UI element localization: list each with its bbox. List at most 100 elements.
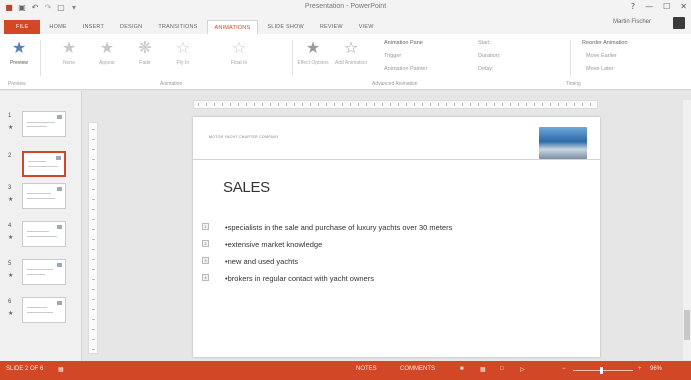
animation-order-badge[interactable]: 2	[202, 240, 209, 247]
reading-view-icon[interactable]: □	[500, 366, 504, 372]
ribbon-divider	[292, 40, 293, 76]
bullet-item[interactable]: 2 extensive market knowledge	[202, 240, 452, 257]
add-animation-icon: ☆	[343, 38, 359, 57]
tab-view[interactable]: VIEW	[352, 20, 381, 34]
ruler-tick	[92, 279, 95, 280]
maximize-icon[interactable]: ☐	[663, 2, 670, 11]
group-label-preview: Preview	[8, 81, 26, 87]
normal-view-icon[interactable]: ■	[460, 366, 464, 372]
ruler-tick	[92, 269, 95, 270]
vertical-scrollbar[interactable]	[683, 100, 691, 360]
zoom-in-icon[interactable]: +	[638, 366, 642, 372]
zoom-out-icon[interactable]: −	[562, 366, 566, 372]
slide-thumbnail-image	[22, 259, 66, 285]
effect-none[interactable]: ★ None	[52, 38, 86, 78]
help-icon[interactable]: ?	[631, 2, 635, 11]
slide-thumbnail-image	[22, 183, 66, 209]
animation-pane-button[interactable]: Animation Pane	[384, 40, 423, 46]
ruler-tick	[92, 169, 95, 170]
ruler-tick	[92, 319, 95, 320]
comments-button[interactable]: COMMENTS	[400, 366, 435, 372]
ruler-tick	[430, 103, 431, 106]
ruler-tick	[558, 103, 559, 106]
slide-header-image[interactable]	[539, 127, 587, 159]
animation-star-icon: ★	[8, 196, 14, 203]
ruler-tick	[230, 103, 231, 106]
tab-transitions[interactable]: TRANSITIONS	[151, 20, 204, 34]
slide-thumbnail-4[interactable]: 4 ★	[4, 221, 74, 249]
animation-order-badge[interactable]: 1	[202, 223, 209, 230]
effect-fly-in[interactable]: ☆ Fly In	[166, 38, 200, 78]
trigger-button[interactable]: Trigger	[384, 53, 401, 59]
ruler-tick	[92, 229, 95, 230]
ribbon-divider	[570, 40, 571, 76]
tab-file[interactable]: FILE	[4, 20, 41, 34]
ruler-tick	[358, 103, 359, 106]
tab-insert[interactable]: INSERT	[76, 20, 111, 34]
spell-check-icon[interactable]: ▦	[58, 366, 64, 373]
slide-thumbnail-2[interactable]: 2	[4, 151, 74, 179]
bullet-item[interactable]: 4 brokers in regular contact with yacht …	[202, 274, 452, 291]
avatar[interactable]	[673, 17, 685, 29]
zoom-slider[interactable]	[573, 370, 633, 371]
title-bar: ■ ▣ ↶ ↷ ▢ ▾ Presentation - PowerPoint ? …	[0, 0, 691, 16]
move-earlier-button[interactable]: Move Earlier	[586, 53, 617, 59]
slide-thumbnail-5[interactable]: 5 ★	[4, 259, 74, 287]
slide-thumbnail-1[interactable]: 1 ★	[4, 111, 74, 139]
tab-animations[interactable]: ANIMATIONS	[206, 20, 259, 34]
preview-label: Preview	[10, 60, 28, 66]
notes-button[interactable]: NOTES	[356, 366, 377, 372]
add-animation-button[interactable]: ☆ Add Animation	[334, 38, 368, 78]
animation-order-badge[interactable]: 4	[202, 274, 209, 281]
ruler-tick	[92, 159, 95, 160]
slide-sorter-icon[interactable]: ▦	[480, 366, 486, 373]
zoom-slider-knob[interactable]	[600, 367, 603, 374]
ruler-tick	[92, 249, 95, 250]
tab-slide-show[interactable]: SLIDE SHOW	[260, 20, 311, 34]
animation-painter-button[interactable]: Animation Painter	[384, 66, 427, 72]
slide-body-placeholder[interactable]: 1 specialists in the sale and purchase o…	[202, 223, 452, 291]
animation-order-badge[interactable]: 3	[202, 257, 209, 264]
ruler-tick	[502, 103, 503, 106]
tab-design[interactable]: DESIGN	[113, 20, 149, 34]
effect-fade-label: Fade	[139, 60, 151, 66]
slide-thumbnail-3[interactable]: 3 ★	[4, 183, 74, 211]
effect-float-in[interactable]: ☆ Float In	[222, 38, 256, 78]
zoom-level[interactable]: 96%	[650, 366, 662, 372]
effect-fly-in-icon: ☆	[175, 38, 191, 57]
ruler-tick	[92, 309, 95, 310]
effect-float-in-label: Float In	[230, 60, 248, 66]
effect-options-button[interactable]: ★ Effect Options	[296, 38, 330, 78]
start-field[interactable]: Start:	[478, 40, 491, 46]
bullet-item[interactable]: 1 specialists in the sale and purchase o…	[202, 223, 452, 240]
slide-number: 4	[8, 223, 12, 229]
close-icon[interactable]: ✕	[680, 2, 687, 11]
ruler-tick	[454, 103, 455, 106]
effect-appear[interactable]: ★ Appear	[90, 38, 124, 78]
slide-title[interactable]: SALES	[223, 179, 270, 196]
tab-review[interactable]: REVIEW	[313, 20, 350, 34]
preview-button[interactable]: ★ Preview	[2, 38, 36, 78]
ruler-tick	[390, 103, 391, 106]
signin-name[interactable]: Martin Fischer	[613, 19, 651, 25]
tab-home[interactable]: HOME	[42, 20, 73, 34]
ruler-tick	[294, 103, 295, 106]
scrollbar-thumb[interactable]	[684, 310, 690, 340]
bullet-item[interactable]: 3 new and used yachts	[202, 257, 452, 274]
slide-thumbnail-6[interactable]: 6 ★	[4, 297, 74, 325]
ruler-tick	[494, 103, 495, 106]
ruler-tick	[92, 139, 95, 140]
delay-field[interactable]: Delay:	[478, 66, 494, 72]
ruler-tick	[222, 103, 223, 106]
minimize-icon[interactable]: —	[645, 2, 653, 11]
group-label-animation: Animation	[160, 81, 183, 87]
slide-canvas[interactable]: MOTOR YACHT CHARTER COMPANY SALES 1 spec…	[193, 117, 600, 357]
slide-thumbnail-image	[22, 151, 66, 177]
slideshow-view-icon[interactable]: ▷	[520, 366, 525, 373]
ruler-tick	[566, 103, 567, 106]
effect-fade[interactable]: ❋ Fade	[128, 38, 162, 78]
duration-field[interactable]: Duration:	[478, 53, 500, 59]
ruler-tick	[92, 339, 95, 340]
move-later-button[interactable]: Move Later	[586, 66, 614, 72]
ruler-tick	[550, 103, 551, 106]
